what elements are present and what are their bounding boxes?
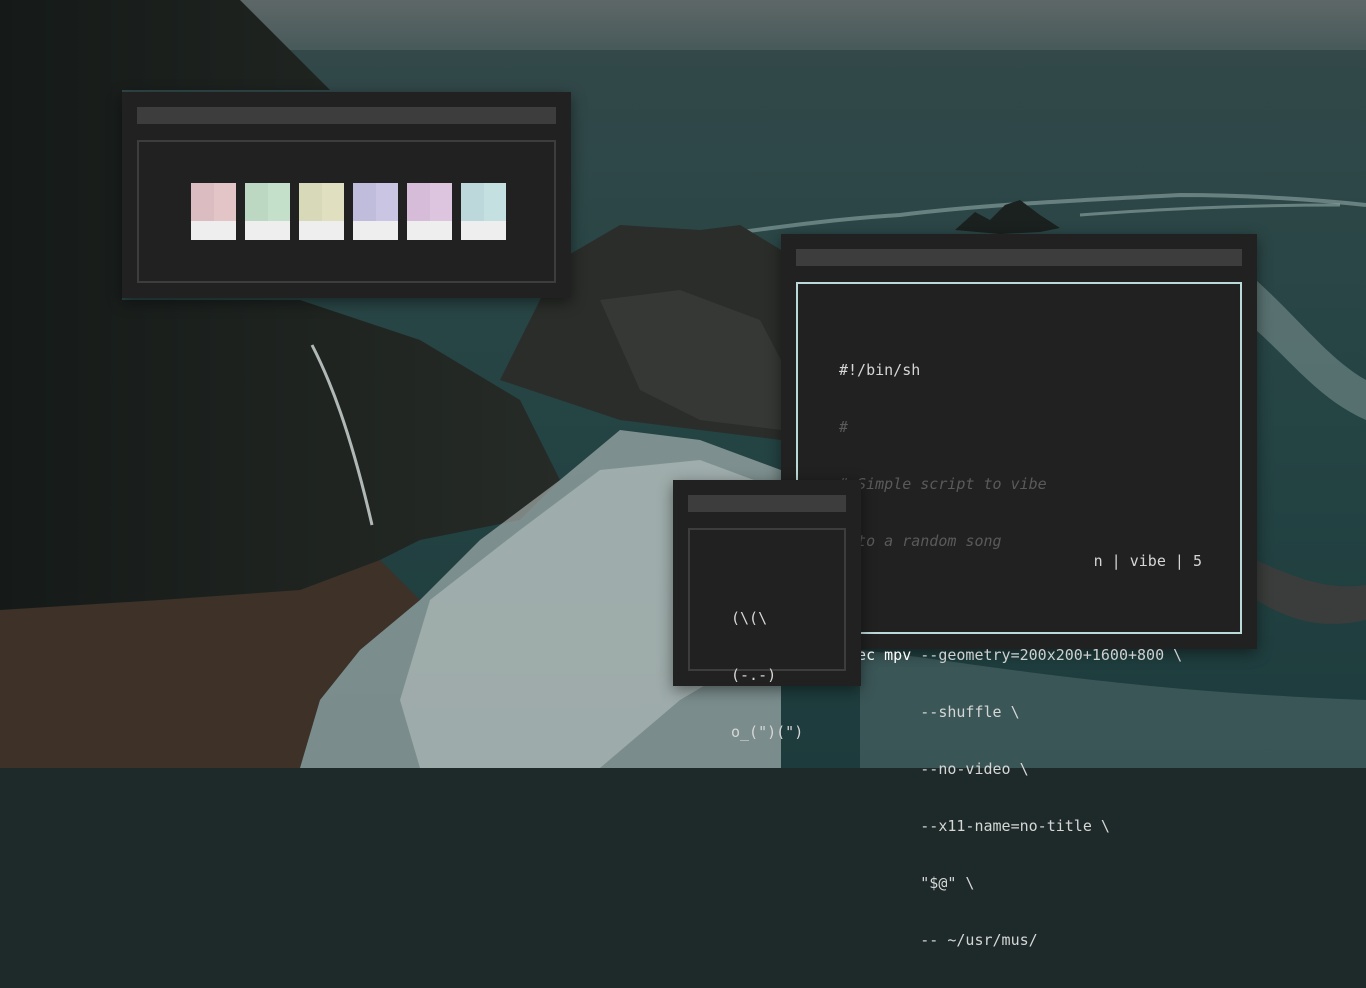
swatch-green-base bbox=[245, 221, 290, 240]
code-line-arg: --x11-name=no-title \ bbox=[839, 817, 1110, 835]
exec-argument: --geometry=200x200+1600+800 \ bbox=[920, 646, 1183, 664]
code-line-arg: --shuffle \ bbox=[839, 703, 1020, 721]
swatch-red-shade-2 bbox=[213, 183, 236, 221]
code-line-comment: # to a random song bbox=[839, 532, 1002, 550]
swatch-blue-base bbox=[353, 221, 398, 240]
swatch-cyan bbox=[461, 183, 506, 240]
terminal-titlebar[interactable] bbox=[796, 249, 1242, 266]
code-line-cursor bbox=[839, 589, 1182, 608]
swatch-magenta bbox=[407, 183, 452, 240]
bunny-titlebar[interactable] bbox=[688, 495, 846, 512]
code-line-arg: "$@" \ bbox=[839, 874, 975, 892]
swatch-magenta-shade-2 bbox=[429, 183, 452, 221]
swatch-green-shade-2 bbox=[267, 183, 290, 221]
swatch-yellow-shade-1 bbox=[299, 183, 322, 221]
swatch-red bbox=[191, 183, 236, 240]
swatch-green-shade-1 bbox=[245, 183, 268, 221]
swatch-cyan-base bbox=[461, 221, 506, 240]
palette-window[interactable] bbox=[122, 92, 571, 298]
editor-status-line: n | vibe | 5 bbox=[1093, 552, 1202, 570]
palette-titlebar[interactable] bbox=[137, 107, 556, 124]
bunny-window[interactable]: (\(\ (-.-) o_(")(") bbox=[673, 480, 861, 741]
swatch-cyan-shade-1 bbox=[461, 183, 484, 221]
terminal-panel[interactable]: #!/bin/sh # # Simple script to vibe # to… bbox=[796, 282, 1242, 949]
bunny-face: (-.-) bbox=[731, 666, 777, 684]
swatch-yellow-base bbox=[299, 221, 344, 240]
swatch-yellow-shade-2 bbox=[321, 183, 344, 221]
code-line-arg: -- ~/usr/mus/ bbox=[839, 931, 1038, 949]
bunny-ears: (\(\ bbox=[731, 609, 768, 627]
code-line-comment: # Simple script to vibe bbox=[839, 475, 1047, 493]
color-swatches bbox=[191, 183, 506, 240]
script-editor[interactable]: #!/bin/sh # # Simple script to vibe # to… bbox=[839, 323, 1182, 988]
swatch-cyan-shade-2 bbox=[483, 183, 506, 221]
swatch-green bbox=[245, 183, 290, 240]
swatch-red-shade-1 bbox=[191, 183, 214, 221]
code-line-arg: --no-video \ bbox=[839, 760, 1029, 778]
bunny-body: o_(")(") bbox=[731, 723, 804, 741]
code-line-exec: exec mpv --geometry=200x200+1600+800 \ bbox=[839, 646, 1182, 665]
code-line-shebang: #!/bin/sh bbox=[839, 361, 921, 379]
palette-panel bbox=[137, 140, 556, 283]
ascii-bunny: (\(\ (-.-) o_(")(") bbox=[731, 571, 803, 780]
code-line-comment: # bbox=[839, 418, 849, 436]
swatch-blue-shade-2 bbox=[375, 183, 398, 221]
swatch-magenta-base bbox=[407, 221, 452, 240]
swatch-red-base bbox=[191, 221, 236, 240]
swatch-magenta-shade-1 bbox=[407, 183, 430, 221]
exec-command: mpv bbox=[884, 646, 912, 664]
swatch-blue bbox=[353, 183, 398, 240]
swatch-yellow bbox=[299, 183, 344, 240]
swatch-blue-shade-1 bbox=[353, 183, 376, 221]
bunny-panel: (\(\ (-.-) o_(")(") bbox=[688, 528, 846, 741]
